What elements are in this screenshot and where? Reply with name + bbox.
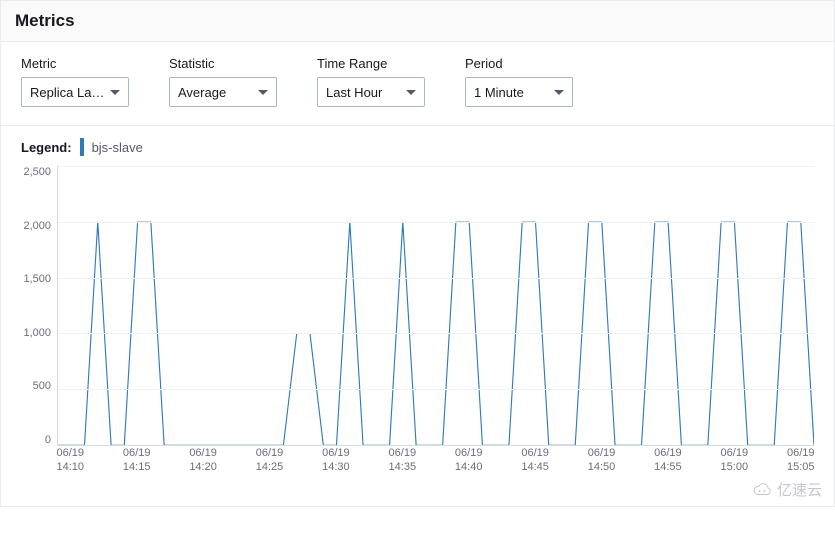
grid-line bbox=[58, 166, 814, 167]
x-tick: 06/1915:05 bbox=[787, 446, 815, 475]
statistic-dropdown[interactable]: Average bbox=[169, 77, 277, 107]
x-tick: 06/1914:55 bbox=[654, 446, 682, 475]
chart: 2,5002,0001,5001,0005000 06/1914:1006/19… bbox=[1, 166, 834, 506]
metric-control: Metric Replica La… bbox=[21, 56, 129, 107]
plot-area bbox=[57, 166, 814, 446]
chevron-down-icon bbox=[554, 90, 564, 95]
x-tick: 06/1914:35 bbox=[389, 446, 417, 475]
controls-row: Metric Replica La… Statistic Average Tim… bbox=[1, 42, 834, 126]
y-tick: 500 bbox=[21, 380, 51, 392]
grid-line bbox=[58, 389, 814, 390]
period-dropdown[interactable]: 1 Minute bbox=[465, 77, 573, 107]
watermark: 亿速云 bbox=[751, 479, 822, 500]
grid-line bbox=[58, 222, 814, 223]
x-tick: 06/1914:45 bbox=[521, 446, 549, 475]
page-title: Metrics bbox=[15, 11, 816, 31]
legend-label: Legend: bbox=[21, 140, 72, 155]
y-tick: 1,500 bbox=[21, 273, 51, 285]
statistic-label: Statistic bbox=[169, 56, 277, 71]
y-tick: 0 bbox=[21, 434, 51, 446]
chevron-down-icon bbox=[406, 90, 416, 95]
x-tick: 06/1914:25 bbox=[256, 446, 284, 475]
metric-label: Metric bbox=[21, 56, 129, 71]
timerange-value: Last Hour bbox=[326, 85, 382, 100]
cloud-icon bbox=[751, 483, 773, 497]
panel-header: Metrics bbox=[1, 1, 834, 42]
y-tick: 2,000 bbox=[21, 220, 51, 232]
period-control: Period 1 Minute bbox=[465, 56, 573, 107]
chevron-down-icon bbox=[110, 90, 120, 95]
timerange-control: Time Range Last Hour bbox=[317, 56, 425, 107]
x-tick: 06/1914:10 bbox=[57, 446, 85, 475]
metric-dropdown[interactable]: Replica La… bbox=[21, 77, 129, 107]
x-tick: 06/1914:20 bbox=[189, 446, 217, 475]
x-axis: 06/1914:10 06/1914:15 06/1914:20 06/1914:25… bbox=[57, 446, 814, 486]
period-label: Period bbox=[465, 56, 573, 71]
grid-line bbox=[58, 333, 814, 334]
y-tick: 2,500 bbox=[21, 166, 51, 178]
x-tick: 06/1914:40 bbox=[455, 446, 483, 475]
statistic-control: Statistic Average bbox=[169, 56, 277, 107]
timerange-dropdown[interactable]: Last Hour bbox=[317, 77, 425, 107]
x-tick: 06/1914:50 bbox=[588, 446, 616, 475]
period-value: 1 Minute bbox=[474, 85, 524, 100]
x-tick: 06/1915:00 bbox=[721, 446, 749, 475]
legend-row: Legend: bjs-slave bbox=[1, 126, 834, 166]
legend-swatch bbox=[80, 138, 84, 156]
metrics-panel: Metrics Metric Replica La… Statistic Ave… bbox=[0, 0, 835, 507]
grid-line bbox=[58, 278, 814, 279]
x-tick: 06/1914:15 bbox=[123, 446, 151, 475]
metric-value: Replica La… bbox=[30, 85, 104, 100]
legend-series-name: bjs-slave bbox=[92, 140, 143, 155]
statistic-value: Average bbox=[178, 85, 226, 100]
watermark-text: 亿速云 bbox=[777, 479, 822, 500]
y-axis: 2,500 2,000 1,500 1,000 500 0 bbox=[21, 166, 57, 446]
timerange-label: Time Range bbox=[317, 56, 425, 71]
chevron-down-icon bbox=[258, 90, 268, 95]
line-series bbox=[58, 166, 814, 445]
x-tick: 06/1914:30 bbox=[322, 446, 350, 475]
y-tick: 1,000 bbox=[21, 327, 51, 339]
